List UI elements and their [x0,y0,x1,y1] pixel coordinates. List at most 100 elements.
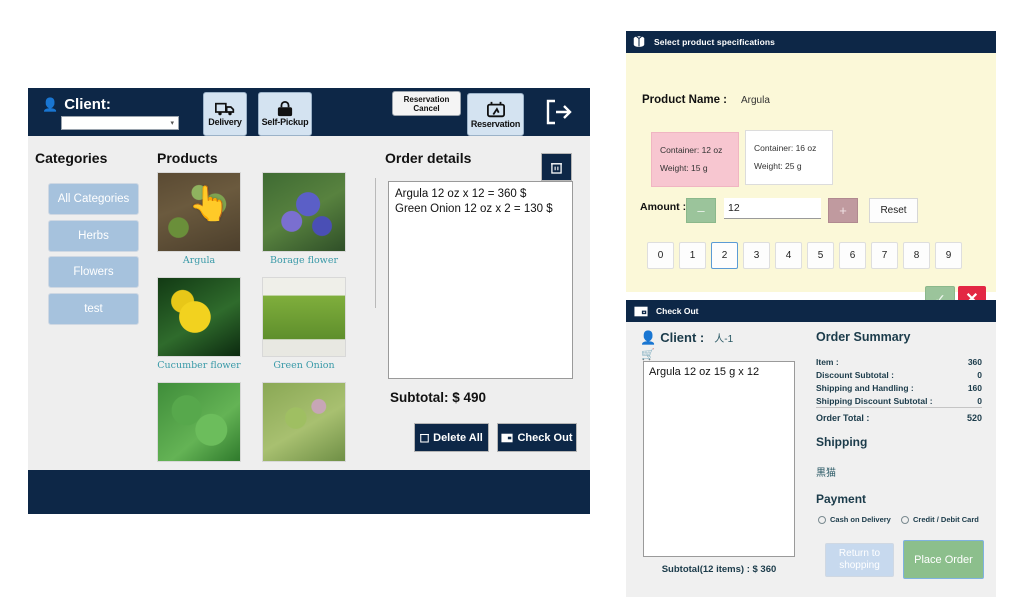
delivery-button[interactable]: Delivery [203,92,247,136]
numpad-key-0[interactable]: 0 [647,242,674,269]
truck-icon [215,102,235,115]
product-spec-dialog: Select product specifications Product Na… [626,31,996,313]
shipping-value[interactable]: 黒猫 [816,464,836,479]
radio-icon[interactable] [818,515,826,524]
trash-icon [551,162,562,174]
checkout-client-value: 人-1 [714,334,734,345]
order-details-list[interactable]: Argula 12 oz x 12 = 360 $ Green Onion 12… [388,181,573,379]
wallet-icon [501,433,514,442]
summary-label: Discount Subtotal : [816,370,894,380]
product-image[interactable]: 👆 [157,172,241,252]
delete-order-button[interactable] [541,153,572,181]
category-all-categories[interactable]: All Categories [48,183,139,215]
checkout-titlebar: Check Out [626,300,996,322]
logout-button[interactable] [541,95,577,129]
amount-input[interactable]: 12 [724,198,821,219]
bag-icon [277,101,293,117]
product-image[interactable] [262,277,346,357]
product-card[interactable] [157,382,241,465]
return-to-shopping-button[interactable]: Return to shopping [825,543,894,577]
numpad-key-5[interactable]: 5 [807,242,834,269]
checkout-items-list[interactable]: Argula 12 oz 15 g x 12 [643,361,795,557]
product-card[interactable]: 👆 Argula [157,172,241,266]
product-card[interactable] [262,382,346,465]
checkout-panel: Check Out 👤 Client : 人-1 🛒 Argula 12 oz … [626,300,996,597]
numpad-key-2[interactable]: 2 [711,242,738,269]
payment-option-label: Cash on Delivery [830,515,891,524]
product-image[interactable] [262,382,346,462]
numpad-key-4[interactable]: 4 [775,242,802,269]
category-herbs[interactable]: Herbs [48,220,139,252]
numpad-key-6[interactable]: 6 [839,242,866,269]
checkout-client-row: 👤 Client : 人-1 [640,330,733,345]
logout-icon [546,99,572,125]
checkout-title: Check Out [656,306,699,316]
summary-row-shipping-discount-subtotal: Shipping Discount Subtotal : 0 [816,396,982,406]
product-label: Borage flower [270,255,338,266]
checkout-client-label: Client : [660,330,705,345]
spec-dialog-title: Select product specifications [654,37,775,47]
delete-all-button[interactable]: Delete All [414,423,489,452]
order-panel-divider [375,178,376,308]
product-card[interactable]: Borage flower [262,172,346,266]
summary-label: Item : [816,357,839,367]
self-pickup-button[interactable]: Self-Pickup [258,92,312,136]
amount-decrement-button[interactable]: – [686,198,716,223]
summary-divider [816,407,982,408]
numpad-key-1[interactable]: 1 [679,242,706,269]
spec-option-12oz[interactable]: Container: 12 oz Weight: 15 g [651,132,739,187]
radio-icon[interactable] [901,515,909,524]
reservation-cancel-button[interactable]: Reservation Cancel [392,91,461,116]
product-image[interactable] [157,382,241,462]
reservation-label: Reservation [470,118,521,129]
payment-option-label: Credit / Debit Card [913,515,979,524]
check-out-button[interactable]: Check Out [497,423,577,452]
amount-label: Amount : [640,201,687,213]
summary-label: Shipping Discount Subtotal : [816,396,933,406]
category-flowers[interactable]: Flowers [48,256,139,288]
amount-increment-button[interactable]: + [828,198,858,223]
product-card[interactable]: Cucumber flower [157,277,241,371]
summary-value: 0 [977,396,982,406]
product-label: Cucumber flower [157,360,241,371]
spec-container: Container: 12 oz [660,145,723,155]
spec-dialog-titlebar: Select product specifications [626,31,996,53]
summary-row-discount-subtotal: Discount Subtotal : 0 [816,370,982,380]
delete-all-label: Delete All [433,431,483,444]
summary-value: 520 [966,413,982,423]
numpad-key-7[interactable]: 7 [871,242,898,269]
products-title: Products [157,150,218,166]
product-card[interactable]: Green Onion [262,277,346,371]
self-pickup-label: Self-Pickup [261,117,309,127]
delivery-label: Delivery [208,116,242,127]
cart-icon: 🛒 [641,349,655,361]
wallet-icon [634,306,648,316]
numpad-key-9[interactable]: 9 [935,242,962,269]
product-name-row: Product Name : Argula [642,94,770,106]
client-select[interactable]: ▾ [61,116,179,130]
summary-value: 360 [967,357,982,367]
spec-option-16oz[interactable]: Container: 16 oz Weight: 25 g [745,130,833,185]
payment-option-credit-debit-card[interactable]: Credit / Debit Card [901,515,979,524]
amount-reset-button[interactable]: Reset [869,198,918,223]
product-label: Argula [182,255,216,266]
summary-value: 0 [977,370,982,380]
product-image[interactable] [262,172,346,252]
spec-container: Container: 16 oz [754,143,817,153]
place-order-button[interactable]: Place Order [903,540,984,579]
reservation-button[interactable]: Reservation [467,93,524,136]
package-icon [633,35,645,47]
shipping-title: Shipping [816,435,868,449]
product-image[interactable] [157,277,241,357]
summary-label: Order Total : [816,413,870,423]
numpad-key-3[interactable]: 3 [743,242,770,269]
check-out-label: Check Out [517,431,573,444]
payment-option-cash-on-delivery[interactable]: Cash on Delivery [818,515,891,524]
numpad-key-8[interactable]: 8 [903,242,930,269]
product-label: Green Onion [273,360,335,371]
category-test[interactable]: test [48,293,139,325]
product-name-label: Product Name : [642,94,727,106]
chevron-down-icon: ▾ [170,120,174,127]
product-name-value: Argula [741,95,770,106]
app-footer [28,470,590,514]
